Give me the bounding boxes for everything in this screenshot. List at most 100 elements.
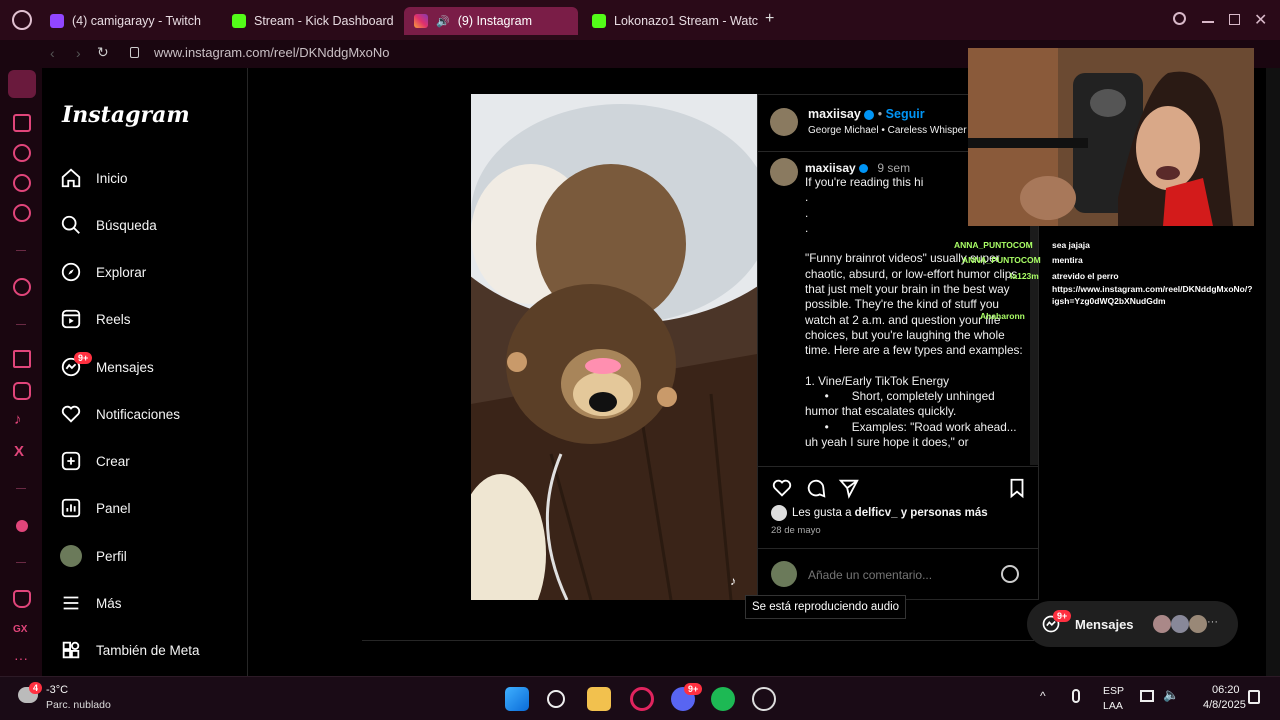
microphone-icon[interactable] <box>1072 689 1080 703</box>
nav-item-inicio[interactable]: Inicio <box>60 164 128 192</box>
chat-message: https://www.instagram.com/reel/DKNddgMxo… <box>1052 284 1253 294</box>
spotify-icon[interactable] <box>711 687 735 711</box>
nav-label: También de Meta <box>96 642 200 658</box>
tab-kick-lokonazo[interactable]: Lokonazo1 Stream - Watc <box>582 7 758 35</box>
nav-item-perfil[interactable]: Perfil <box>60 542 127 570</box>
chart-icon <box>61 498 81 518</box>
url-field[interactable]: www.instagram.com/reel/DKNddgMxoNo <box>154 45 390 60</box>
bookmark-icon[interactable] <box>1006 477 1028 499</box>
likes-user[interactable]: delficv_ <box>855 507 898 519</box>
opera-logo-icon[interactable] <box>12 10 32 30</box>
home-icon[interactable] <box>8 70 36 98</box>
reel-video[interactable] <box>471 94 757 600</box>
plus-square-icon <box>61 451 81 471</box>
network-icon[interactable] <box>1140 690 1154 702</box>
openai-icon[interactable] <box>13 278 31 296</box>
tab-twitch[interactable]: (4) camigarayy - Twitch <box>40 7 220 35</box>
chat-message: sea jajaja <box>1052 240 1090 250</box>
instagram-logo[interactable]: Instagram <box>62 102 190 128</box>
speaker-icon[interactable]: 🔊 <box>436 15 450 28</box>
twitch-icon[interactable] <box>13 350 31 368</box>
windows-start-icon[interactable] <box>505 687 529 711</box>
record-icon[interactable] <box>16 520 28 532</box>
author-username[interactable]: maxiisay <box>808 107 861 121</box>
maximize-icon[interactable] <box>1229 14 1240 25</box>
share-icon[interactable] <box>838 477 860 499</box>
weather-temp[interactable]: -3°C <box>46 684 68 696</box>
aria-icon[interactable] <box>13 174 31 192</box>
like-heart-icon[interactable] <box>771 477 793 499</box>
chat-message: igsh=Yzg0dWQ2bXNudGdm <box>1052 296 1166 306</box>
search-tabs-icon[interactable] <box>1173 12 1186 25</box>
liker-avatar[interactable] <box>771 505 787 521</box>
chat-message: mentira <box>1052 255 1083 265</box>
file-explorer-icon[interactable] <box>587 687 611 711</box>
instagram-icon <box>414 14 428 28</box>
clock-time[interactable]: 06:20 <box>1212 684 1240 696</box>
nav-item-tambien-de-meta[interactable]: También de Meta <box>60 636 200 664</box>
minimize-icon[interactable] <box>1202 21 1214 23</box>
instagram-icon[interactable] <box>13 382 31 400</box>
tray-chevron-icon[interactable]: ^ <box>1040 689 1046 703</box>
windows-taskbar: 4 -3°C Parc. nublado 9+ ^ ESP LAA 🔈 06:2… <box>0 676 1280 720</box>
opera-gx-icon[interactable] <box>630 687 654 711</box>
ai-icon[interactable] <box>13 144 31 162</box>
divider <box>16 324 26 325</box>
search-icon[interactable] <box>547 690 565 708</box>
discord-badge: 9+ <box>684 683 703 695</box>
emoji-icon[interactable] <box>1001 565 1019 583</box>
streamer-webcam <box>968 48 1254 226</box>
tiktok-icon[interactable]: ♪ <box>14 411 22 428</box>
new-tab-button[interactable]: + <box>765 10 774 28</box>
nav-label: Perfil <box>96 548 127 564</box>
messages-pill[interactable]: 9+ Mensajes ··· <box>1027 601 1238 647</box>
nav-item-notificaciones[interactable]: Notificaciones <box>60 400 180 428</box>
post-header: maxiisay • Seguir <box>808 107 925 121</box>
follow-button[interactable]: Seguir <box>886 107 925 121</box>
nav-item-explorar[interactable]: Explorar <box>60 258 146 286</box>
volume-icon[interactable]: 🔈 <box>1163 687 1179 703</box>
separator-dot: • <box>877 107 883 121</box>
obs-icon[interactable] <box>752 687 776 711</box>
divider <box>16 488 26 489</box>
chatgpt-icon[interactable] <box>13 204 31 222</box>
weather-badge: 4 <box>29 682 43 694</box>
comment-icon[interactable] <box>805 477 827 499</box>
avatar-icon <box>60 545 82 567</box>
close-icon[interactable]: ✕ <box>1254 10 1267 30</box>
contact-avatar <box>1189 615 1207 633</box>
nav-label: Búsqueda <box>96 217 157 233</box>
gx-icon[interactable]: GX <box>13 624 27 635</box>
nav-item-busqueda[interactable]: Búsqueda <box>60 211 157 239</box>
gaming-icon[interactable] <box>13 114 31 132</box>
chat-user: la123m <box>1010 271 1039 281</box>
nav-label: Mensajes <box>96 359 154 375</box>
contact-avatar <box>1153 615 1171 633</box>
likes-suffix[interactable]: y personas más <box>901 507 988 519</box>
notifications-icon[interactable] <box>1248 690 1260 704</box>
forward-icon[interactable]: › <box>76 45 81 61</box>
page-scrollbar[interactable] <box>1266 68 1280 676</box>
back-icon[interactable]: ‹ <box>50 45 55 61</box>
audio-track[interactable]: George Michael • Careless Whisper <box>808 125 967 136</box>
nav-item-reels[interactable]: Reels <box>60 305 131 333</box>
home-icon <box>61 168 81 188</box>
nav-label: Crear <box>96 453 130 469</box>
tab-instagram[interactable]: 🔊 (9) Instagram <box>404 7 578 35</box>
nav-item-mas[interactable]: Más <box>60 589 122 617</box>
caption-avatar[interactable] <box>770 158 798 186</box>
nav-item-crear[interactable]: Crear <box>60 447 130 475</box>
reload-icon[interactable]: ↻ <box>97 44 109 61</box>
chat-user: Ahaharonn <box>980 311 1025 321</box>
chat-line: ANNA_PUNTOCOM <box>962 255 1041 265</box>
lang-top[interactable]: ESP <box>1103 685 1124 697</box>
x-icon[interactable]: X <box>14 443 24 460</box>
comment-input[interactable] <box>808 565 988 585</box>
caption-username[interactable]: maxiisay <box>805 161 856 175</box>
shield-icon[interactable] <box>13 590 31 608</box>
nav-item-panel[interactable]: Panel <box>60 494 131 522</box>
tab-kick-dashboard[interactable]: Stream - Kick Dashboard <box>222 7 402 35</box>
audio-playing-icon[interactable]: ♪ <box>730 574 736 588</box>
more-icon[interactable]: ··· <box>14 650 28 666</box>
author-avatar[interactable] <box>770 108 798 136</box>
